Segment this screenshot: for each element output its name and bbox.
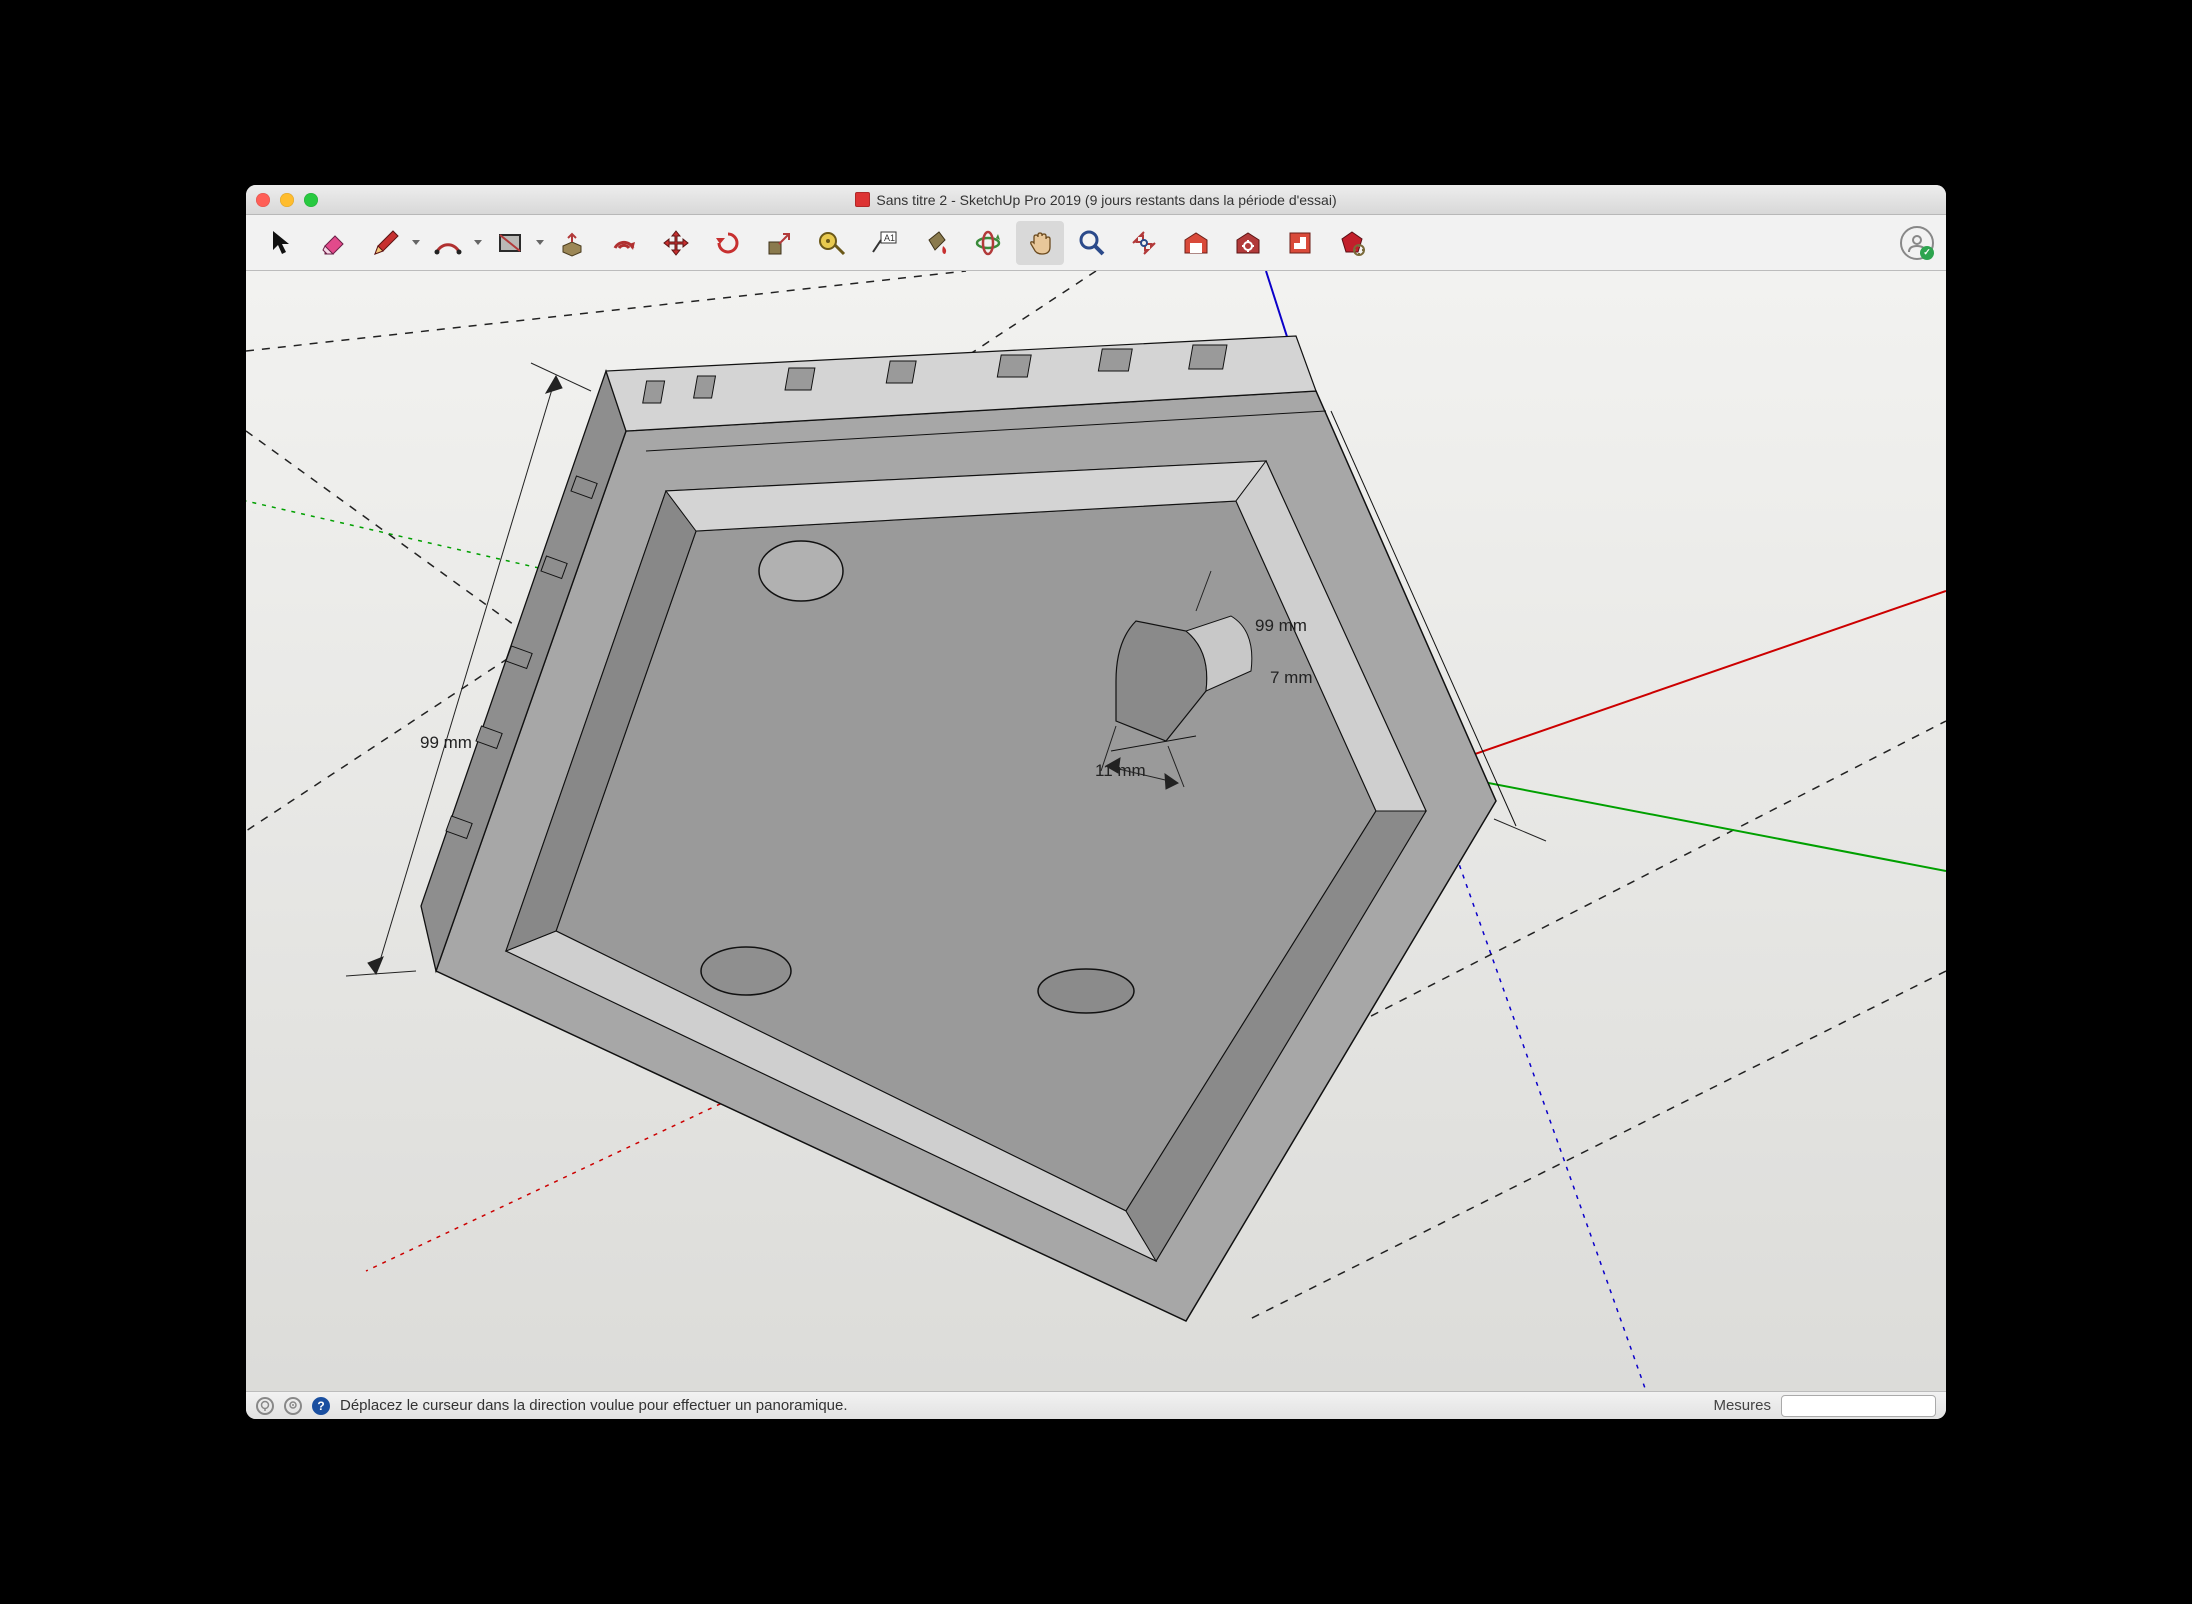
- paint-bucket-tool-button[interactable]: [912, 221, 960, 265]
- window-title: Sans titre 2 - SketchUp Pro 2019 (9 jour…: [246, 192, 1946, 208]
- close-window-button[interactable]: [256, 193, 270, 207]
- pan-hand-icon: [1025, 228, 1055, 258]
- zoom-extents-tool-button[interactable]: [1120, 221, 1168, 265]
- main-toolbar: A1: [246, 215, 1946, 271]
- axis-y: [1426, 771, 1946, 871]
- text-tool-button[interactable]: A1: [860, 221, 908, 265]
- zoom-tool-button[interactable]: [1068, 221, 1116, 265]
- select-arrow-icon: [267, 228, 297, 258]
- rotate-tool-button[interactable]: [704, 221, 752, 265]
- orbit-tool-button[interactable]: [964, 221, 1012, 265]
- instructor-toggle-button[interactable]: [256, 1397, 274, 1415]
- line-tool-button[interactable]: [362, 221, 410, 265]
- status-hint-text: Déplacez le curseur dans la direction vo…: [340, 1397, 848, 1414]
- scale-tool-button[interactable]: [756, 221, 804, 265]
- app-window: Sans titre 2 - SketchUp Pro 2019 (9 jour…: [246, 185, 1946, 1419]
- help-button[interactable]: ?: [312, 1397, 330, 1415]
- window-title-text: Sans titre 2 - SketchUp Pro 2019 (9 jour…: [876, 192, 1336, 208]
- arc-icon: [433, 228, 463, 258]
- push-pull-tool-button[interactable]: [548, 221, 596, 265]
- 3d-warehouse-icon: [1181, 228, 1211, 258]
- zoom-icon: [1077, 228, 1107, 258]
- viewport-canvas: [246, 271, 1946, 1391]
- model-geometry: [421, 336, 1516, 1321]
- rotate-icon: [713, 228, 743, 258]
- layout-button[interactable]: [1276, 221, 1324, 265]
- ruby-console-icon: [1337, 228, 1367, 258]
- select-tool-button[interactable]: [258, 221, 306, 265]
- lightbulb-icon: [259, 1400, 271, 1412]
- shape-tool-button[interactable]: [486, 221, 534, 265]
- question-mark-icon: ?: [317, 1399, 324, 1413]
- scale-icon: [765, 228, 795, 258]
- offset-icon: [609, 228, 639, 258]
- tape-measure-tool-button[interactable]: [808, 221, 856, 265]
- paint-bucket-icon: [921, 228, 951, 258]
- zoom-extents-icon: [1129, 228, 1159, 258]
- orbit-icon: [973, 228, 1003, 258]
- user-verified-check-icon: ✓: [1920, 246, 1934, 260]
- 3d-warehouse-button[interactable]: [1172, 221, 1220, 265]
- offset-tool-button[interactable]: [600, 221, 648, 265]
- geolocation-button[interactable]: [284, 1397, 302, 1415]
- text-label-icon: A1: [869, 228, 899, 258]
- move-icon: [661, 228, 691, 258]
- move-tool-button[interactable]: [652, 221, 700, 265]
- rectangle-icon: [495, 228, 525, 258]
- tape-measure-icon: [817, 228, 847, 258]
- ruby-console-button[interactable]: [1328, 221, 1376, 265]
- arc-tool-dropdown[interactable]: [474, 240, 482, 245]
- window-controls: [256, 193, 318, 207]
- eraser-icon: [319, 228, 349, 258]
- minimize-window-button[interactable]: [280, 193, 294, 207]
- status-bar: ? Déplacez le curseur dans la direction …: [246, 1391, 1946, 1419]
- pencil-icon: [371, 228, 401, 258]
- measurements-label: Mesures: [1713, 1397, 1771, 1414]
- 3d-viewport[interactable]: 99 mm 99 mm 7 mm 11 mm: [246, 271, 1946, 1391]
- svg-text:A1: A1: [884, 233, 895, 243]
- line-tool-dropdown[interactable]: [412, 240, 420, 245]
- pin-icon: [287, 1400, 299, 1412]
- sketchup-app-icon: [855, 192, 870, 207]
- dimension-label-notch: 11 mm: [1091, 761, 1150, 781]
- dimension-label-left: 99 mm: [416, 733, 476, 753]
- extension-warehouse-button[interactable]: [1224, 221, 1272, 265]
- dimension-label-right-top: 99 mm: [1251, 616, 1311, 636]
- user-account-button[interactable]: ✓: [1900, 226, 1934, 260]
- fullscreen-window-button[interactable]: [304, 193, 318, 207]
- dimension-label-right-mid: 7 mm: [1266, 668, 1317, 688]
- push-pull-icon: [557, 228, 587, 258]
- eraser-tool-button[interactable]: [310, 221, 358, 265]
- measurements-input[interactable]: [1781, 1395, 1936, 1417]
- arc-tool-button[interactable]: [424, 221, 472, 265]
- layout-icon: [1285, 228, 1315, 258]
- extension-warehouse-icon: [1233, 228, 1263, 258]
- titlebar: Sans titre 2 - SketchUp Pro 2019 (9 jour…: [246, 185, 1946, 215]
- axis-x: [1426, 591, 1946, 771]
- pan-tool-button[interactable]: [1016, 221, 1064, 265]
- shape-tool-dropdown[interactable]: [536, 240, 544, 245]
